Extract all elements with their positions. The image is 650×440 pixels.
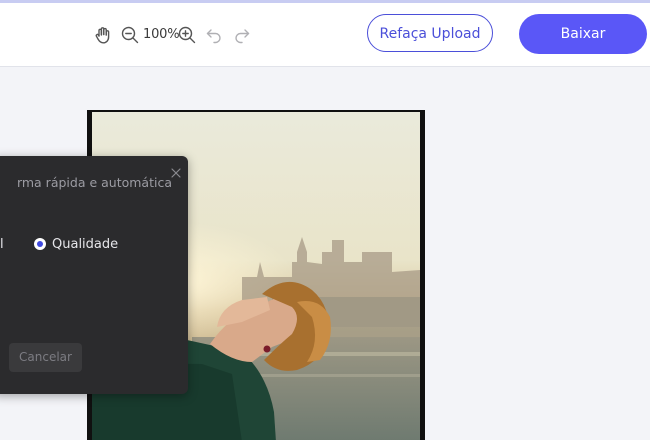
quality-radio[interactable] bbox=[34, 238, 46, 250]
download-button[interactable]: Baixar bbox=[519, 14, 647, 54]
redo-icon[interactable] bbox=[232, 25, 252, 45]
zoom-level: 100% bbox=[143, 27, 180, 42]
undo-icon[interactable] bbox=[204, 25, 224, 45]
reupload-button[interactable]: Refaça Upload bbox=[367, 14, 493, 52]
zoom-in-icon[interactable] bbox=[177, 25, 197, 45]
zoom-out-icon[interactable] bbox=[120, 25, 140, 45]
hand-icon[interactable] bbox=[93, 25, 113, 45]
editor-toolbar: 100% Refaça Upload Baixar bbox=[0, 3, 650, 67]
option-label-left[interactable]: al bbox=[0, 237, 4, 252]
dialog-description: rma rápida e automática bbox=[16, 175, 172, 190]
cancel-button[interactable]: Cancelar bbox=[9, 343, 82, 372]
close-icon[interactable] bbox=[170, 164, 182, 178]
ai-enhance-dialog: rma rápida e automática al Qualidade Can… bbox=[0, 156, 188, 394]
quality-option-label[interactable]: Qualidade bbox=[52, 237, 118, 252]
